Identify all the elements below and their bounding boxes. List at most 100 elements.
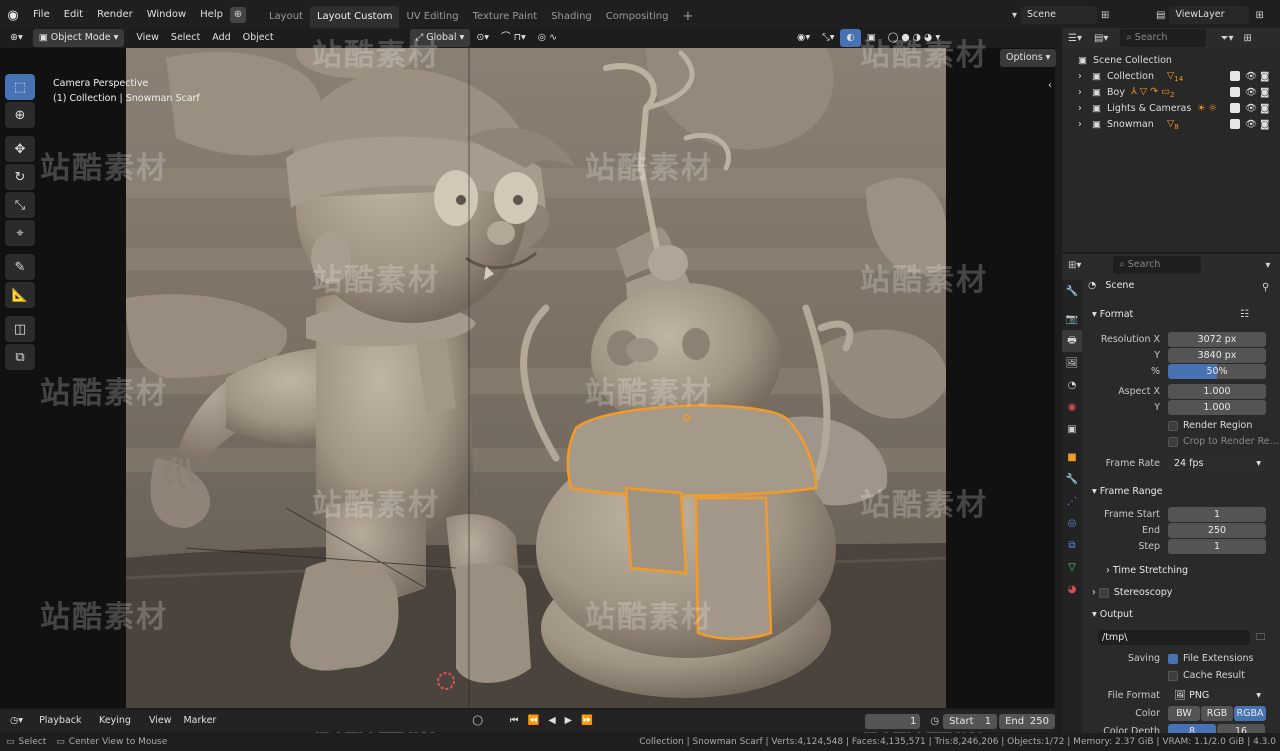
add-object-icon[interactable]: ⧉ bbox=[5, 344, 35, 370]
menu-window[interactable]: Window bbox=[140, 0, 193, 30]
file-format-dropdown[interactable]: 🖼 PNG ▾ bbox=[1168, 688, 1266, 703]
collection-tab-icon[interactable]: ▣ bbox=[1062, 418, 1082, 440]
transform-orientation-dropdown[interactable]: ⤢ Global ▾ bbox=[409, 29, 471, 47]
tab-compositing[interactable]: Compositing bbox=[599, 6, 676, 28]
resolution-x-field[interactable]: 3072 px bbox=[1168, 332, 1266, 347]
outliner-search[interactable]: ⌕ Search bbox=[1120, 29, 1207, 47]
aspect-y-field[interactable]: 1.000 bbox=[1168, 400, 1266, 415]
exclude-checkbox[interactable] bbox=[1230, 119, 1240, 129]
scene-field[interactable]: Scene bbox=[1021, 6, 1098, 24]
eye-icon[interactable]: 👁 bbox=[1245, 71, 1257, 82]
overlay-icon[interactable]: ◐ bbox=[840, 29, 861, 47]
tab-layout-custom[interactable]: Layout Custom bbox=[309, 6, 400, 28]
object-mode-dropdown[interactable]: ▣ Object Mode ▾ bbox=[32, 29, 125, 47]
particles-tab-icon[interactable]: ⋰ bbox=[1062, 490, 1082, 512]
exclude-checkbox[interactable] bbox=[1230, 103, 1240, 113]
frame-start-field[interactable]: 1 bbox=[1168, 507, 1266, 522]
eye-icon[interactable]: 👁 bbox=[1245, 87, 1257, 98]
expand-arrow-icon[interactable]: › bbox=[1078, 87, 1092, 98]
camera-icon[interactable]: ◙ bbox=[1260, 71, 1269, 82]
outliner-item-snowman[interactable]: › ▣ Snowman ▽8 👁 ◙ bbox=[1062, 116, 1280, 132]
expand-arrow-icon[interactable]: › bbox=[1078, 103, 1092, 114]
output-panel-header[interactable]: ▾ Output bbox=[1092, 609, 1133, 620]
add-workspace-button[interactable]: + bbox=[675, 6, 700, 28]
menu-select[interactable]: Select bbox=[165, 29, 206, 47]
material-tab-icon[interactable]: ◕ bbox=[1062, 578, 1082, 600]
select-box-icon[interactable]: ⬚ bbox=[5, 74, 35, 100]
timeline-view-menu[interactable]: View bbox=[143, 712, 178, 730]
xray-icon[interactable]: ▣ bbox=[861, 29, 882, 47]
visibility-icon[interactable]: ◉▾ bbox=[791, 29, 816, 47]
outliner-editor-icon[interactable]: ☰▾ bbox=[1068, 33, 1082, 44]
outliner-scene-collection[interactable]: ▣ Scene Collection bbox=[1062, 52, 1280, 68]
start-frame-field[interactable]: Start 1 bbox=[943, 713, 998, 729]
add-viewlayer-icon[interactable]: ⊞ bbox=[1255, 10, 1263, 21]
exclude-checkbox[interactable] bbox=[1230, 87, 1240, 97]
output-path-field[interactable]: /tmp\ bbox=[1098, 630, 1250, 645]
physics-tab-icon[interactable]: ◎ bbox=[1062, 512, 1082, 534]
tab-uv-editing[interactable]: UV Editing bbox=[399, 6, 465, 28]
tab-texture-paint[interactable]: Texture Paint bbox=[466, 6, 545, 28]
stereoscopy-checkbox[interactable] bbox=[1098, 587, 1109, 598]
properties-search[interactable]: ⌕ Search bbox=[1113, 256, 1202, 274]
constraints-tab-icon[interactable]: ⧉ bbox=[1062, 534, 1082, 556]
tool-tab-icon[interactable]: 🔧 bbox=[1062, 280, 1082, 302]
pivot-icon[interactable]: ⊙▾ bbox=[470, 29, 495, 47]
annotate-icon[interactable]: ✎ bbox=[5, 254, 35, 280]
color-rgba-button[interactable]: RGBA bbox=[1234, 706, 1266, 721]
gizmo-icon[interactable]: ⤡▾ bbox=[816, 29, 840, 47]
transform-icon[interactable]: ⌖ bbox=[5, 220, 35, 246]
keying-menu[interactable]: Keying ▾ bbox=[93, 712, 143, 744]
outliner-item-boy[interactable]: › ▣ Boy ⅄ ▽ ↷ ▭2 👁 ◙ bbox=[1062, 84, 1280, 100]
camera-icon[interactable]: ◙ bbox=[1260, 103, 1269, 114]
world-tab-icon[interactable]: ◉ bbox=[1062, 396, 1082, 418]
view-layer-tab-icon[interactable]: 🖼 bbox=[1062, 352, 1082, 374]
scale-icon[interactable]: ⤡ bbox=[5, 192, 35, 218]
pin-icon[interactable]: ⊞ bbox=[1101, 10, 1109, 21]
new-collection-icon[interactable]: ⊞ bbox=[1243, 33, 1251, 44]
menu-help[interactable]: Help bbox=[193, 0, 230, 30]
display-mode-icon[interactable]: ▤▾ bbox=[1094, 33, 1108, 44]
editor-type-icon[interactable]: ⊕▾ bbox=[4, 29, 29, 47]
measure-icon[interactable]: 📐 bbox=[5, 282, 35, 308]
collapse-arrow-icon[interactable]: ‹ bbox=[1048, 80, 1052, 91]
expand-arrow-icon[interactable]: › bbox=[1078, 119, 1092, 130]
frame-step-field[interactable]: 1 bbox=[1168, 539, 1266, 554]
end-frame-field[interactable]: End 250 bbox=[999, 713, 1056, 729]
viewlayer-field[interactable]: ViewLayer bbox=[1169, 6, 1250, 24]
camera-icon[interactable]: ◙ bbox=[1260, 87, 1269, 98]
globe-icon[interactable]: ⊕ bbox=[229, 7, 246, 23]
viewport-scene[interactable] bbox=[126, 48, 946, 708]
stopwatch-icon[interactable]: ◷ bbox=[930, 716, 939, 727]
resolution-y-field[interactable]: 3840 px bbox=[1168, 348, 1266, 363]
file-extensions-checkbox[interactable] bbox=[1168, 653, 1178, 664]
current-frame-field[interactable]: 1 bbox=[864, 713, 921, 729]
options-button[interactable]: Options ▾ bbox=[1000, 49, 1057, 67]
render-region-checkbox[interactable] bbox=[1168, 420, 1178, 431]
playback-menu[interactable]: Playback ▾ bbox=[33, 712, 93, 744]
scene-tab-icon[interactable]: ◔ bbox=[1062, 374, 1082, 396]
tab-layout[interactable]: Layout bbox=[262, 6, 310, 28]
tab-shading[interactable]: Shading bbox=[544, 6, 599, 28]
menu-add[interactable]: Add bbox=[206, 29, 236, 47]
viewlayer-icon[interactable]: ▤ bbox=[1156, 10, 1165, 21]
scene-icon[interactable]: ▾ bbox=[1012, 10, 1017, 21]
pin-icon[interactable]: ⚲ bbox=[1262, 282, 1269, 293]
menu-view[interactable]: View bbox=[130, 29, 165, 47]
output-tab-icon[interactable]: 🖶 bbox=[1062, 330, 1082, 352]
menu-object[interactable]: Object bbox=[237, 29, 280, 47]
eye-icon[interactable]: 👁 bbox=[1245, 119, 1257, 130]
resolution-percent-slider[interactable]: 50% bbox=[1168, 364, 1266, 379]
filter-icon[interactable]: ⏷▾ bbox=[1220, 33, 1233, 44]
object-tab-icon[interactable]: ■ bbox=[1062, 446, 1082, 468]
shading-modes[interactable]: ◯ ● ◑ ◕ ▾ bbox=[882, 29, 946, 47]
snap-icon[interactable]: ⌒ ⊓▾ bbox=[495, 29, 532, 47]
color-rgb-button[interactable]: RGB bbox=[1201, 706, 1233, 721]
render-tab-icon[interactable]: 📷 bbox=[1062, 308, 1082, 330]
marker-menu[interactable]: Marker bbox=[177, 712, 222, 730]
menu-file[interactable]: File bbox=[26, 0, 57, 30]
time-stretching-panel-header[interactable]: › Time Stretching bbox=[1106, 565, 1188, 576]
eye-icon[interactable]: 👁 bbox=[1245, 103, 1257, 114]
autokey-icon[interactable]: ◯ ▾ bbox=[466, 712, 496, 744]
menu-render[interactable]: Render bbox=[90, 0, 140, 30]
